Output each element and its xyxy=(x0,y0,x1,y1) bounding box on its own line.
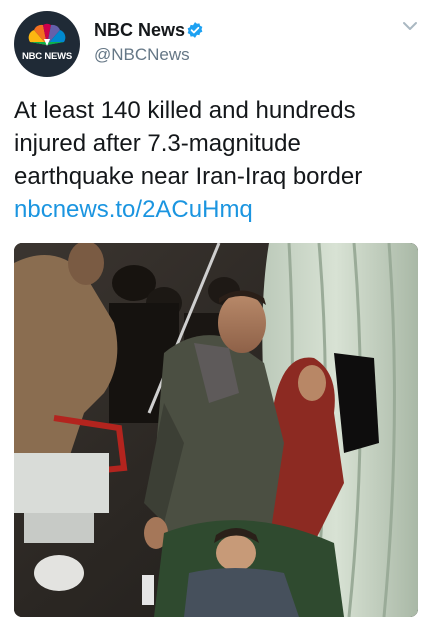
tweet-text: At least 140 killed and hundreds injured… xyxy=(14,94,424,193)
chevron-down-icon[interactable] xyxy=(402,20,418,32)
photo-icon xyxy=(14,243,418,617)
avatar-label: NBC NEWS xyxy=(21,51,73,62)
tweet-card[interactable]: NBC NEWS NBC News @NBCNews At least 140 … xyxy=(0,0,432,627)
tweet-text-line: At least 140 killed and hundreds xyxy=(14,97,356,124)
user-handle[interactable]: @NBCNews xyxy=(94,45,190,65)
tweet-photo[interactable] xyxy=(14,243,418,617)
tweet-text-line: injured after 7.3-magnitude xyxy=(14,130,301,157)
avatar[interactable]: NBC NEWS xyxy=(14,11,80,77)
verified-badge-icon xyxy=(187,22,203,38)
tweet-link[interactable]: nbcnews.to/2ACuHmq xyxy=(14,193,253,226)
display-name[interactable]: NBC News xyxy=(94,20,185,41)
nbc-peacock-icon xyxy=(28,23,66,46)
tweet-text-line: earthquake near Iran-Iraq border xyxy=(14,163,363,190)
